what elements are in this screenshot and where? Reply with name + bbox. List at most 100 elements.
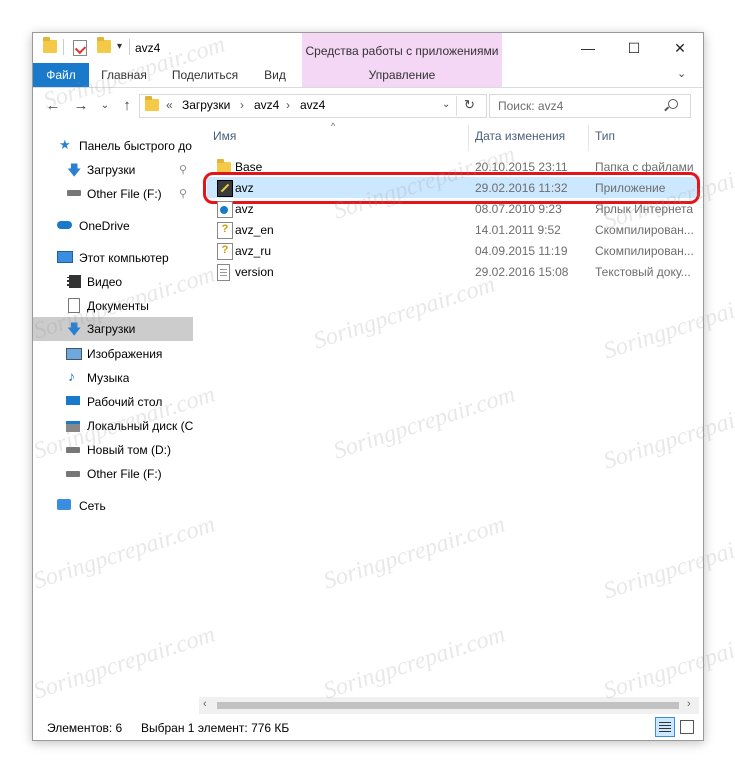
tab-manage[interactable]: Управление xyxy=(302,63,502,87)
file-type: Текстовый доку... xyxy=(595,265,691,279)
scrollbar-thumb[interactable] xyxy=(217,702,679,709)
drive-icon xyxy=(67,190,81,196)
sidebar-item-documents[interactable]: Документы xyxy=(33,295,193,317)
properties-icon[interactable] xyxy=(73,40,87,56)
sidebar-item-new-volume-d[interactable]: Новый том (D:) xyxy=(33,439,193,461)
breadcrumb-item[interactable]: Загрузки xyxy=(182,98,230,112)
search-input[interactable]: Поиск: avz4 xyxy=(489,94,691,118)
column-divider[interactable] xyxy=(588,125,589,151)
up-button[interactable]: ↑ xyxy=(117,96,137,116)
sidebar-item-label: Этот компьютер xyxy=(79,251,169,265)
file-row[interactable]: avz 08.07.2010 9:23 Ярлык Интернета xyxy=(207,198,697,219)
sidebar-item-label: Загрузки xyxy=(87,163,136,177)
status-bar: Элементов: 6 Выбран 1 элемент: 776 КБ xyxy=(33,713,703,739)
file-name: avz_en xyxy=(235,223,274,237)
horizontal-scrollbar[interactable]: ‹ › xyxy=(199,697,699,714)
windows-drive-icon xyxy=(66,421,80,432)
sidebar-item-network[interactable]: Сеть xyxy=(33,495,193,517)
sidebar-item-label: OneDrive xyxy=(79,219,130,233)
column-header-date[interactable]: Дата изменения xyxy=(475,129,565,151)
divider xyxy=(456,96,457,116)
drive-icon xyxy=(66,447,80,453)
title-bar: ▾ avz4 Средства работы с приложениями — … xyxy=(33,33,703,63)
sidebar-item-label: Рабочий стол xyxy=(87,395,163,409)
expand-ribbon-icon[interactable]: ⌄ xyxy=(677,67,686,80)
cloud-icon xyxy=(57,221,72,229)
file-date: 14.01.2011 9:52 xyxy=(475,223,561,237)
close-button[interactable]: ✕ xyxy=(657,33,703,63)
pin-icon[interactable]: ⚲ xyxy=(179,187,187,200)
file-row[interactable]: version 29.02.2016 15:08 Текстовый доку.… xyxy=(207,261,697,282)
help-file-icon: ? xyxy=(217,222,233,239)
pin-icon[interactable]: ⚲ xyxy=(179,163,187,176)
customize-quick-access-icon[interactable]: ▾ xyxy=(117,41,122,52)
sidebar-item-local-disk-c[interactable]: Локальный диск (C xyxy=(33,415,193,437)
sidebar-item-label: Документы xyxy=(87,299,149,313)
help-file-icon: ? xyxy=(217,243,233,260)
breadcrumb-overflow[interactable]: « xyxy=(166,98,173,112)
search-icon[interactable] xyxy=(664,99,678,112)
file-type: Скомпилирован... xyxy=(595,223,694,237)
folder-icon xyxy=(43,37,57,53)
recent-locations-icon[interactable]: ⌄ xyxy=(95,96,115,116)
sidebar-item-label: Загрузки xyxy=(87,322,136,336)
details-view-button[interactable] xyxy=(655,717,675,737)
sidebar-item-downloads-pinned[interactable]: 🡇 Загрузки ⚲ xyxy=(33,159,193,181)
tab-view[interactable]: Вид xyxy=(253,63,297,87)
scroll-left-icon[interactable]: ‹ xyxy=(203,698,207,710)
breadcrumb-item[interactable]: avz4 xyxy=(254,98,279,112)
back-button[interactable]: ← xyxy=(43,96,63,116)
window-title: avz4 xyxy=(135,41,161,55)
explorer-window: ▾ avz4 Средства работы с приложениями — … xyxy=(32,32,704,741)
sidebar-item-quick-access[interactable]: ★ Панель быстрого до xyxy=(33,135,193,157)
large-icons-view-button[interactable] xyxy=(677,717,695,735)
file-row[interactable]: ? avz_ru 04.09.2015 11:19 Скомпилирован.… xyxy=(207,240,697,261)
sidebar-item-this-pc[interactable]: Этот компьютер xyxy=(33,247,193,269)
tab-home[interactable]: Главная xyxy=(93,63,155,87)
sidebar-item-other-file-pinned[interactable]: Other File (F:) ⚲ xyxy=(33,183,193,205)
sidebar-item-label: Сеть xyxy=(79,499,106,513)
sidebar-item-desktop[interactable]: Рабочий стол xyxy=(33,391,193,413)
sidebar-item-label: Other File (F:) xyxy=(87,467,162,481)
sidebar-item-onedrive[interactable]: OneDrive xyxy=(33,215,193,237)
music-icon: ♪ xyxy=(68,368,75,384)
download-icon: 🡇 xyxy=(67,162,82,178)
file-type: Скомпилирован... xyxy=(595,244,694,258)
item-count: Элементов: 6 xyxy=(47,721,123,735)
document-icon xyxy=(68,298,80,313)
ribbon-tabs: Файл Главная Поделиться Вид Управление ⌄ xyxy=(33,63,703,88)
sidebar-item-label: Изображения xyxy=(87,347,163,361)
file-name: avz xyxy=(235,202,254,216)
breadcrumb-separator: › xyxy=(286,98,290,112)
tab-file[interactable]: Файл xyxy=(33,63,89,87)
sidebar-item-pictures[interactable]: Изображения xyxy=(33,343,193,365)
contextual-tab-label: Средства работы с приложениями xyxy=(305,44,499,58)
refresh-icon[interactable]: ↻ xyxy=(464,97,475,113)
minimize-button[interactable]: — xyxy=(565,33,611,63)
breadcrumb-item[interactable]: avz4 xyxy=(300,98,325,112)
address-bar[interactable]: « Загрузки › avz4 › avz4 ⌄ ↻ xyxy=(139,94,487,118)
sidebar-item-downloads[interactable]: 🡇 Загрузки xyxy=(33,317,193,341)
scroll-right-icon[interactable]: › xyxy=(687,698,691,710)
file-type: Ярлык Интернета xyxy=(595,202,694,216)
maximize-button[interactable]: ☐ xyxy=(611,33,657,63)
address-dropdown-icon[interactable]: ⌄ xyxy=(442,99,450,110)
navigation-bar: ← → ⌄ ↑ « Загрузки › avz4 › avz4 ⌄ ↻ Пои… xyxy=(33,88,703,124)
file-date: 08.07.2010 9:23 xyxy=(475,202,562,216)
column-divider[interactable] xyxy=(468,125,469,151)
computer-icon xyxy=(57,251,73,263)
column-header-type[interactable]: Тип xyxy=(595,129,615,151)
new-folder-icon[interactable] xyxy=(97,37,111,53)
file-row[interactable]: ? avz_en 14.01.2011 9:52 Скомпилирован..… xyxy=(207,219,697,240)
sidebar-item-label: Видео xyxy=(87,275,123,289)
tab-share[interactable]: Поделиться xyxy=(165,63,245,87)
search-placeholder: Поиск: avz4 xyxy=(498,99,564,113)
file-name: version xyxy=(235,265,274,279)
sidebar-item-music[interactable]: ♪ Музыка xyxy=(33,367,193,389)
sidebar-item-videos[interactable]: Видео xyxy=(33,271,193,293)
star-icon: ★ xyxy=(59,137,71,152)
forward-button[interactable]: → xyxy=(71,96,91,116)
sidebar-item-other-file-f[interactable]: Other File (F:) xyxy=(33,463,193,485)
column-header-name[interactable]: Имя xyxy=(213,129,236,151)
desktop-icon xyxy=(66,396,80,405)
